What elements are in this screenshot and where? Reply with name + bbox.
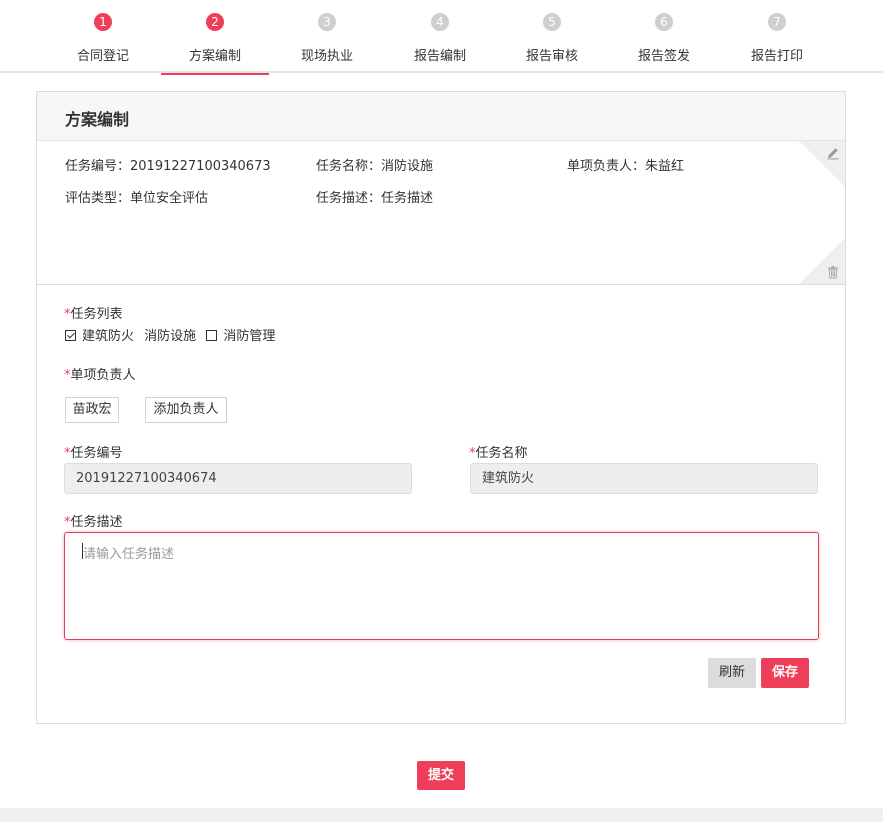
card-title: 方案编制: [65, 110, 130, 129]
task-desc-label: *任务描述: [64, 511, 123, 530]
task-list-label-text: 任务列表: [70, 307, 123, 322]
task-name-label-text: 任务名称: [475, 446, 528, 461]
checkbox-label: 消防管理: [223, 329, 276, 344]
task-number-label-text: 任务编号: [70, 446, 123, 461]
edit-icon[interactable]: [826, 146, 840, 160]
task-info-panel: 任务编号：20191227100340673 任务名称：消防设施 单项负责人：朱…: [37, 141, 845, 285]
info-task-number: 任务编号：20191227100340673: [65, 159, 271, 174]
task-list-label: *任务列表: [64, 303, 123, 322]
task-list-checkboxes: 建筑防火 消防设施 消防管理: [65, 325, 275, 344]
task-desc-placeholder: 请输入任务描述: [83, 547, 175, 562]
step-report-printing[interactable]: 7 报告打印: [721, 0, 833, 73]
owner-label-text: 单项负责人: [70, 368, 136, 383]
step-report-issuance[interactable]: 6 报告签发: [608, 0, 720, 73]
step-label: 报告打印: [750, 49, 803, 64]
step-plan-compilation[interactable]: 2 方案编制: [159, 0, 271, 75]
add-owner-button[interactable]: 添加负责人: [145, 397, 227, 423]
task-number-field[interactable]: 20191227100340674: [64, 463, 412, 494]
step-label: 合同登记: [76, 49, 129, 64]
step-label: 现场执业: [300, 49, 353, 64]
task-number-label: *任务编号: [64, 442, 123, 461]
task-name-field[interactable]: 建筑防火: [470, 463, 818, 494]
step-report-compilation[interactable]: 4 报告编制: [384, 0, 496, 73]
task-desc-label-text: 任务描述: [70, 515, 123, 530]
owner-chip[interactable]: 苗政宏: [65, 397, 119, 423]
info-eval-type: 评估类型：单位安全评估: [65, 191, 209, 206]
step-number: 7: [768, 13, 786, 31]
step-label: 报告编制: [413, 49, 466, 64]
submit-button[interactable]: 提交: [417, 761, 465, 790]
card-header: 方案编制: [37, 92, 845, 141]
footer-bar: [0, 808, 883, 822]
checkbox-label: 建筑防火: [82, 329, 135, 344]
info-owner: 单项负责人：朱益红: [567, 159, 685, 174]
task-desc-textarea[interactable]: 请输入任务描述: [64, 532, 819, 640]
step-number: 4: [431, 13, 449, 31]
step-report-review[interactable]: 5 报告审核: [496, 0, 608, 73]
step-on-site-practice[interactable]: 3 现场执业: [271, 0, 383, 73]
step-label: 报告签发: [637, 49, 690, 64]
save-button[interactable]: 保存: [761, 658, 809, 688]
refresh-button[interactable]: 刷新: [708, 658, 756, 688]
step-label: 方案编制: [188, 49, 241, 64]
step-number: 6: [655, 13, 673, 31]
plan-card: 方案编制 任务编号：20191227100340673 任务名称：消防设施 单项…: [36, 91, 846, 724]
step-number: 1: [94, 13, 112, 31]
stepper: 1 合同登记 2 方案编制 3 现场执业 4 报告编制 5 报告审核 6 报告签…: [0, 0, 883, 75]
info-task-name: 任务名称：消防设施: [316, 159, 434, 174]
step-number: 5: [543, 13, 561, 31]
owner-label: *单项负责人: [64, 364, 136, 383]
step-number: 3: [318, 13, 336, 31]
info-task-desc: 任务描述：任务描述: [316, 191, 434, 206]
checkbox-label: 消防设施: [144, 329, 197, 344]
checkbox-fire-management[interactable]: [206, 330, 218, 341]
step-label: 报告审核: [525, 49, 578, 64]
step-number: 2: [206, 13, 224, 31]
task-name-label: *任务名称: [469, 442, 528, 461]
checkbox-fire-building[interactable]: [65, 330, 76, 341]
step-contract-registration[interactable]: 1 合同登记: [47, 0, 159, 73]
trash-icon[interactable]: [826, 265, 840, 279]
